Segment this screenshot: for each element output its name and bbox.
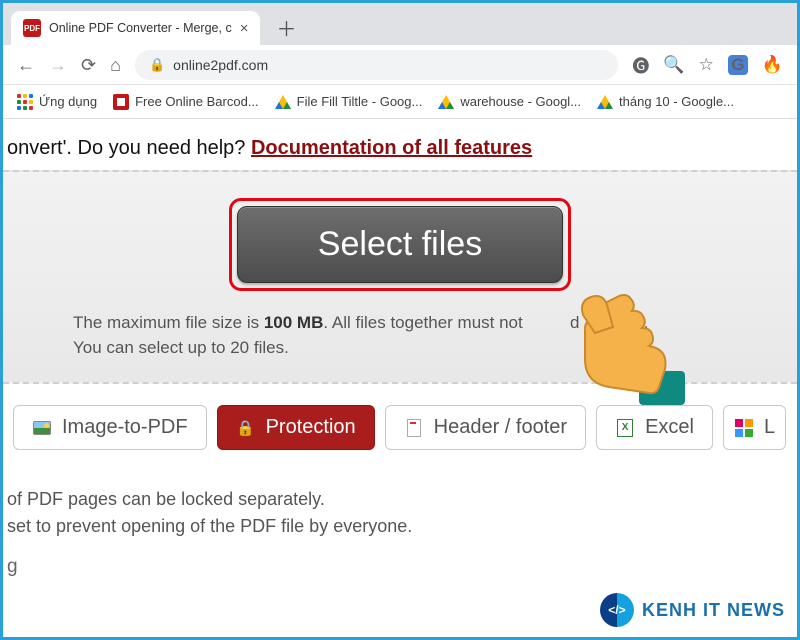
barcode-favicon	[113, 94, 129, 110]
page-content: onvert'. Do you need help? Documentation…	[3, 119, 797, 578]
help-line: onvert'. Do you need help? Documentation…	[3, 119, 797, 170]
new-tab-button[interactable]: ＋	[276, 13, 296, 42]
tab-protection[interactable]: 🔒 Protection	[217, 405, 375, 450]
file-limits-text: The maximum file size is 100 MB. All fil…	[63, 311, 737, 360]
tab-image-to-pdf[interactable]: Image-to-PDF	[13, 405, 207, 450]
tab-label: Protection	[266, 416, 356, 439]
image-icon	[33, 421, 51, 435]
apps-shortcut[interactable]: Ứng dụng	[17, 94, 97, 110]
partial-text: g	[3, 556, 797, 578]
tabstrip: PDF Online PDF Converter - Merge, c × ＋	[3, 9, 797, 45]
reload-icon[interactable]: ⟳	[81, 56, 96, 74]
drive-icon	[275, 95, 291, 109]
lock-icon: 🔒	[149, 57, 165, 73]
help-prefix: onvert'. Do you need help?	[7, 137, 251, 159]
documentation-link[interactable]: Documentation of all features	[251, 137, 532, 159]
file-drop-zone[interactable]: Select files The maximum file size is 10…	[3, 170, 797, 384]
back-icon[interactable]: ←	[17, 56, 35, 74]
fire-ext-icon[interactable]: 🔥	[762, 55, 783, 75]
apps-label: Ứng dụng	[39, 94, 97, 109]
excel-icon	[617, 419, 633, 437]
translate-icon[interactable]: 🅖	[632, 52, 649, 77]
options-tabs: Image-to-PDF 🔒 Protection Header / foote…	[3, 384, 797, 456]
bookmark-label: tháng 10 - Google...	[619, 94, 734, 109]
bookmark-label: warehouse - Googl...	[460, 94, 581, 109]
bookmarks-bar: Ứng dụng Free Online Barcod... File Fill…	[3, 85, 797, 119]
lock-icon: 🔒	[236, 418, 256, 438]
bookmark-label: Free Online Barcod...	[135, 94, 259, 109]
bookmark-label: File Fill Tiltle - Goog...	[297, 94, 423, 109]
home-icon[interactable]: ⌂	[110, 56, 121, 74]
bookmark-drive-1[interactable]: File Fill Tiltle - Goog...	[275, 94, 423, 109]
select-files-button[interactable]: Select files	[237, 206, 563, 283]
omnibox[interactable]: 🔒 online2pdf.com	[135, 50, 618, 80]
select-highlight: Select files	[229, 198, 571, 291]
bookmark-drive-2[interactable]: warehouse - Googl...	[438, 94, 581, 109]
watermark: </> KENH IT NEWS	[600, 593, 785, 627]
bookmark-barcode[interactable]: Free Online Barcod...	[113, 94, 259, 110]
tab-label: Excel	[645, 416, 694, 439]
star-icon[interactable]: ☆	[699, 55, 714, 75]
apps-grid-icon	[17, 94, 33, 110]
layout-icon	[735, 419, 753, 437]
bookmark-drive-3[interactable]: tháng 10 - Google...	[597, 94, 734, 109]
browser-tab[interactable]: PDF Online PDF Converter - Merge, c ×	[11, 11, 260, 45]
watermark-text: KENH IT NEWS	[642, 600, 785, 621]
google-translate-ext-icon[interactable]: G	[728, 55, 748, 75]
forward-icon: →	[49, 56, 67, 74]
tab-title: Online PDF Converter - Merge, c	[49, 21, 232, 35]
tab-close-icon[interactable]: ×	[240, 21, 249, 36]
drive-icon	[438, 95, 454, 109]
address-bar-row: ← → ⟳ ⌂ 🔒 online2pdf.com 🅖 🔍 ☆ G 🔥	[3, 45, 797, 85]
tab-label: Header / footer	[434, 416, 567, 439]
tab-favicon-pdf: PDF	[23, 19, 41, 37]
browser-chrome: PDF Online PDF Converter - Merge, c × ＋ …	[3, 3, 797, 119]
drive-icon	[597, 95, 613, 109]
protection-description: of PDF pages can be locked separately. s…	[3, 456, 797, 550]
url-text: online2pdf.com	[173, 57, 268, 73]
address-actions: 🅖 🔍 ☆ G 🔥	[632, 52, 783, 77]
zoom-icon[interactable]: 🔍	[663, 55, 684, 75]
tab-label: L	[764, 416, 775, 439]
page-icon	[407, 419, 421, 437]
tab-excel[interactable]: Excel	[596, 405, 713, 450]
watermark-logo: </>	[600, 593, 634, 627]
tab-header-footer[interactable]: Header / footer	[385, 405, 586, 450]
tab-layout[interactable]: L	[723, 405, 786, 450]
tab-label: Image-to-PDF	[62, 416, 188, 439]
